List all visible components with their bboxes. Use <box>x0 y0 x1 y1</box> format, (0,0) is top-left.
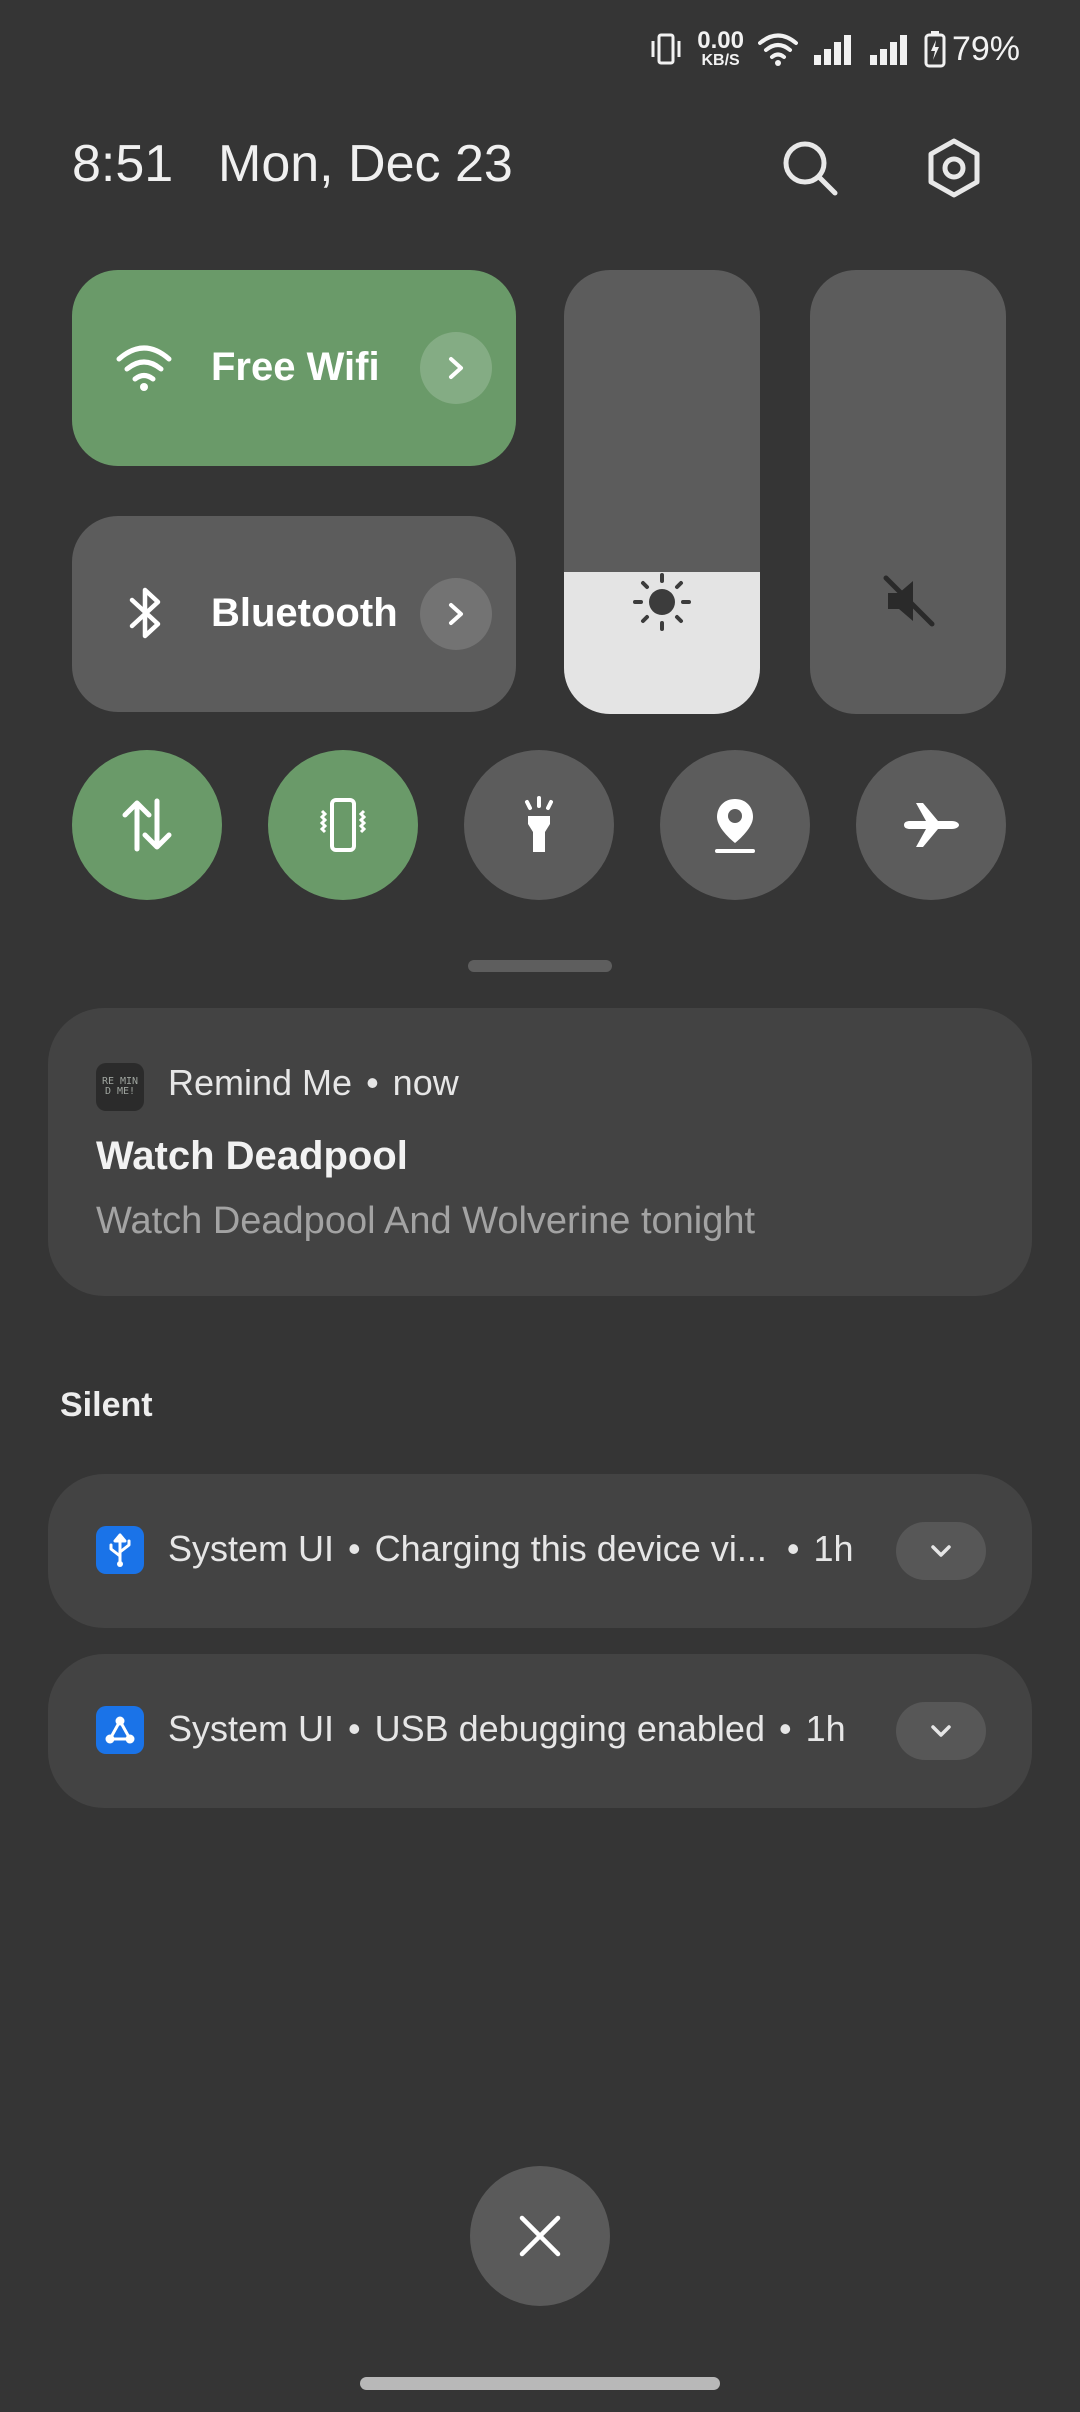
usb-icon <box>96 1526 144 1574</box>
bluetooth-icon <box>128 584 164 647</box>
charging-notification-card[interactable]: System UI • Charging this device vi... •… <box>48 1474 1032 1628</box>
usb-debug-icon <box>96 1706 144 1754</box>
notification-title: Watch Deadpool <box>96 1134 408 1178</box>
date: Mon, Dec 23 <box>218 135 513 193</box>
clear-all-button[interactable] <box>470 2166 610 2306</box>
notification-time: 1h <box>805 1708 846 1749</box>
wifi-tile[interactable]: Free Wifi <box>72 270 516 466</box>
brightness-icon <box>632 572 692 637</box>
notification-body: Watch Deadpool And Wolverine tonight <box>96 1200 756 1242</box>
status-bar: 0.00 KB/S 79% <box>649 24 1020 74</box>
wifi-icon <box>757 32 798 66</box>
vibrate-icon <box>649 31 683 67</box>
brightness-slider[interactable] <box>564 270 760 714</box>
remind-me-app-icon: RE MIND ME! <box>96 1063 144 1111</box>
separator-dot: • <box>348 1528 361 1569</box>
settings-icon[interactable] <box>914 128 994 208</box>
chevron-right-icon <box>449 357 463 379</box>
battery-charging-icon <box>924 30 946 68</box>
usb-debugging-notification-card[interactable]: System UI • USB debugging enabled • 1h <box>48 1654 1032 1808</box>
signal-icon <box>868 33 910 65</box>
chevron-down-icon <box>931 1725 951 1737</box>
remind-me-logo-text: RE MIND ME! <box>101 1076 139 1097</box>
net-speed-value: 0.00 <box>697 27 744 54</box>
location-toggle[interactable] <box>660 750 810 900</box>
separator-dot: • <box>366 1062 379 1103</box>
volume-slider[interactable] <box>810 270 1006 714</box>
notification-time: now <box>392 1062 459 1103</box>
search-icon[interactable] <box>770 128 850 208</box>
reminder-header: Remind Me • now <box>168 1062 459 1104</box>
close-icon <box>519 2215 561 2257</box>
wifi-tile-label: Free Wifi <box>211 345 380 389</box>
flashlight-toggle[interactable] <box>464 750 614 900</box>
bluetooth-details-button[interactable] <box>420 578 492 650</box>
bluetooth-tile[interactable]: Bluetooth <box>72 516 516 712</box>
gesture-navigation-bar[interactable] <box>360 2377 720 2390</box>
notification-time: 1h <box>813 1528 854 1569</box>
mobile-data-toggle[interactable] <box>72 750 222 900</box>
bluetooth-tile-label: Bluetooth <box>211 591 398 635</box>
notification-app-name: System UI <box>168 1708 335 1749</box>
airplane-icon <box>904 803 959 847</box>
location-icon <box>715 799 755 853</box>
notification-app-name: System UI <box>168 1528 335 1569</box>
expand-notification-button[interactable] <box>896 1702 986 1760</box>
battery-percent: 79% <box>951 29 1020 68</box>
charging-notification-row: System UI • Charging this device vi... •… <box>168 1528 853 1570</box>
data-arrows-icon <box>122 798 172 852</box>
vibrate-toggle[interactable] <box>268 750 418 900</box>
separator-dot: • <box>786 1528 800 1569</box>
separator-dot: • <box>778 1708 792 1749</box>
wifi-details-button[interactable] <box>420 332 492 404</box>
network-speed: 0.00 KB/S <box>697 29 744 69</box>
airplane-mode-toggle[interactable] <box>856 750 1006 900</box>
usb-debugging-notification-row: System UI • USB debugging enabled • 1h <box>168 1708 846 1750</box>
flashlight-icon <box>525 796 553 852</box>
chevron-right-icon <box>449 603 463 625</box>
volume-muted-icon <box>880 572 938 635</box>
expand-notification-button[interactable] <box>896 1522 986 1580</box>
silent-section-label: Silent <box>60 1386 153 1424</box>
signal-icon <box>812 33 854 65</box>
reminder-notification-card[interactable]: RE MIND ME! Remind Me • now Watch Deadpo… <box>48 1008 1032 1296</box>
notification-app-name: Remind Me <box>168 1062 353 1103</box>
notification-text: Charging this device vi... <box>374 1528 767 1569</box>
vibrate-icon <box>319 798 367 852</box>
panel-drag-handle[interactable] <box>468 960 612 972</box>
chevron-down-icon <box>931 1545 951 1557</box>
separator-dot: • <box>348 1708 361 1749</box>
clock-time: 8:51 <box>72 135 174 193</box>
wifi-icon <box>116 342 172 397</box>
notification-text: USB debugging enabled <box>374 1708 765 1749</box>
net-speed-unit: KB/S <box>701 52 740 69</box>
